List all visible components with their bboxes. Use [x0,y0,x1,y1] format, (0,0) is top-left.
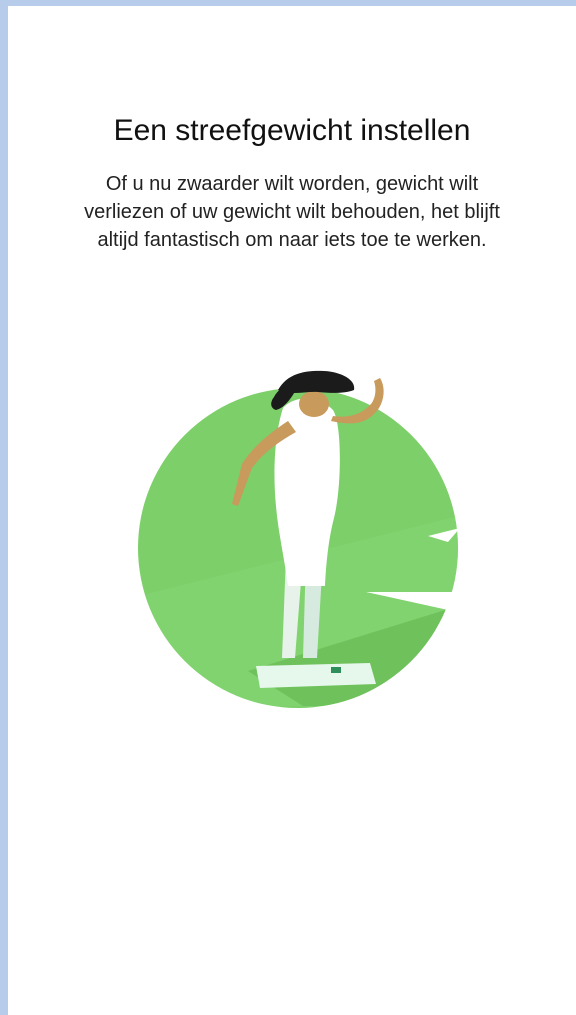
description-line-3: altijd fantastisch om naar iets toe te w… [97,229,487,251]
scale [256,663,376,688]
description-line-2: verliezen of uw gewicht wilt behouden, h… [84,201,500,223]
page-description: Of u nu zwaarder wilt worden, gewicht wi… [8,170,576,254]
onboarding-screen: Een streefgewicht instellen Of u nu zwaa… [8,6,576,1015]
head [299,391,329,417]
scale-display [331,667,341,673]
page-title: Een streefgewicht instellen [113,114,471,147]
description-line-1: Of u nu zwaarder wilt worden, gewicht wi… [105,173,479,195]
woman-on-scale-illustration [128,366,468,716]
